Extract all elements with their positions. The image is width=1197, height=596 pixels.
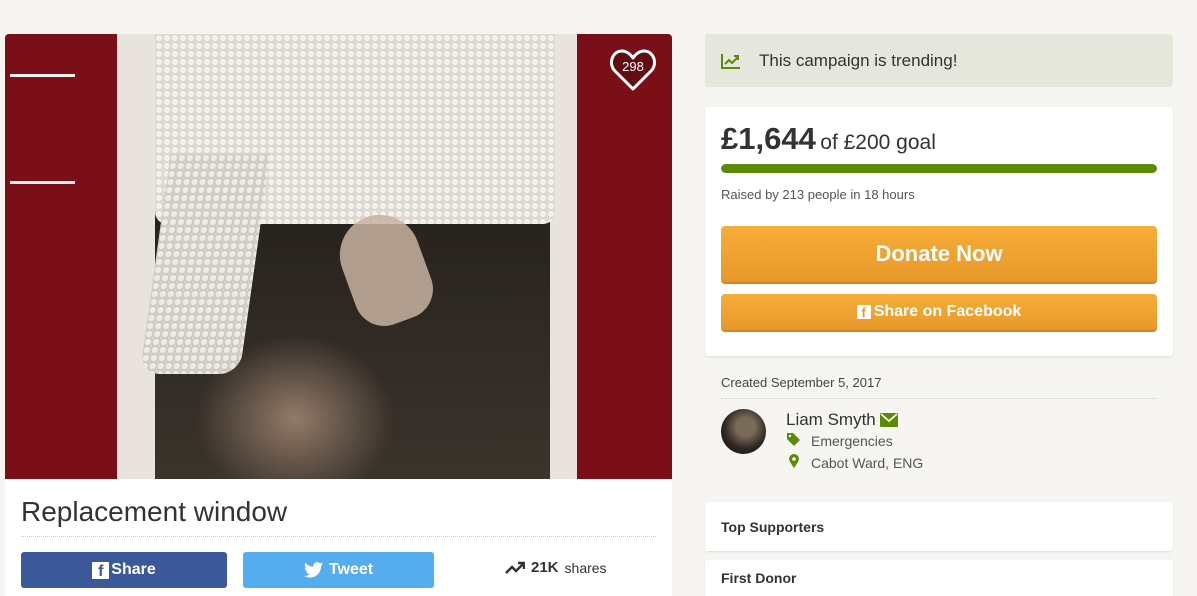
location: Cabot Ward, ENG	[786, 454, 923, 471]
trending-arrow-icon	[505, 561, 525, 574]
tweet-button[interactable]: Tweet	[243, 552, 434, 588]
progress-fill	[721, 164, 1157, 173]
twitter-icon	[303, 562, 323, 578]
shares-label: shares	[564, 559, 607, 576]
amount-raised: £1,644	[721, 121, 816, 156]
category: Emergencies	[786, 433, 893, 449]
share-on-facebook-label: Share on Facebook	[873, 303, 1022, 320]
facebook-icon: f	[856, 305, 871, 320]
shares-number: 21K	[531, 559, 559, 576]
raised-text: Raised by 213 people in 18 hours	[721, 187, 915, 202]
heart-count: 298	[622, 59, 644, 74]
heart-button[interactable]: 298	[609, 48, 657, 92]
organizer-name[interactable]: Liam Smyth	[786, 410, 876, 430]
category-label[interactable]: Emergencies	[811, 433, 893, 449]
shares-count: 21K shares	[505, 559, 607, 576]
facebook-icon: f	[92, 561, 110, 580]
blurred-figure	[195, 334, 395, 479]
facebook-share-button[interactable]: f Share	[21, 552, 227, 588]
title-card: Replacement window f Share Tweet 21K sha…	[5, 479, 672, 596]
campaign-photo	[5, 34, 672, 479]
location-label: Cabot Ward, ENG	[811, 454, 924, 471]
goal-card: £1,644 of £200 goal Raised by 213 people…	[705, 107, 1173, 356]
avatar[interactable]	[721, 409, 766, 454]
divider	[21, 536, 656, 537]
trending-chart-icon	[721, 53, 740, 69]
campaign-title: Replacement window	[21, 496, 288, 527]
envelope-icon[interactable]	[879, 413, 898, 427]
created-date: Created September 5, 2017	[721, 375, 882, 390]
map-marker-icon	[786, 454, 801, 471]
goal-text: of £200 goal	[820, 131, 936, 154]
first-donor-heading: First Donor	[721, 570, 797, 586]
share-on-facebook-button[interactable]: f Share on Facebook	[721, 294, 1157, 332]
amount-line: £1,644 of £200 goal	[721, 121, 936, 157]
divider	[721, 398, 1157, 399]
progress-bar	[721, 164, 1157, 173]
first-donor-panel[interactable]: First Donor	[705, 560, 1173, 596]
top-supporters-panel[interactable]: Top Supporters	[705, 502, 1173, 551]
trending-banner: This campaign is trending!	[705, 34, 1173, 87]
top-supporters-heading: Top Supporters	[721, 518, 825, 535]
tag-icon	[786, 433, 801, 449]
tweet-label: Tweet	[328, 561, 374, 578]
wall-rack	[10, 74, 75, 184]
trending-text: This campaign is trending!	[759, 50, 958, 70]
facebook-share-label: Share	[111, 561, 156, 578]
donate-now-button[interactable]: Donate Now	[721, 226, 1157, 284]
organizer: Liam Smyth	[786, 410, 898, 430]
